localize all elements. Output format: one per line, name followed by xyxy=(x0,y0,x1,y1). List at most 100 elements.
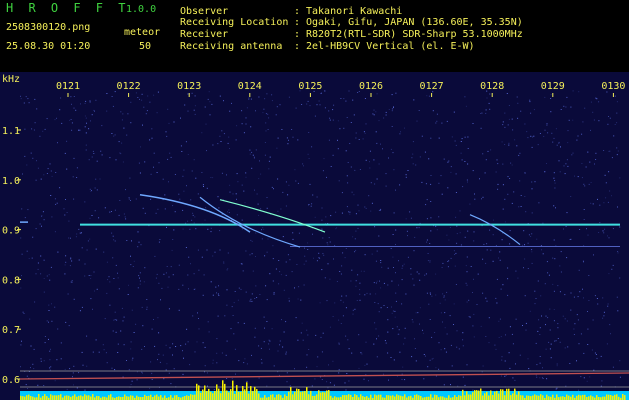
noise-dot xyxy=(519,152,521,154)
noise-dot xyxy=(167,158,169,160)
noise-dot xyxy=(572,152,574,154)
noise-dot xyxy=(468,299,470,301)
noise-dot xyxy=(499,251,501,253)
noise-dot xyxy=(520,206,522,207)
activity-bar xyxy=(430,394,432,400)
noise-dot xyxy=(193,222,195,224)
noise-dot xyxy=(120,111,122,113)
activity-bar xyxy=(326,390,328,400)
noise-dot xyxy=(608,237,610,239)
noise-dot xyxy=(33,129,35,131)
activity-bar xyxy=(334,396,336,400)
noise-dot xyxy=(318,100,320,102)
noise-dot xyxy=(249,254,251,256)
noise-dot xyxy=(429,319,431,320)
noise-dot xyxy=(197,193,199,195)
noise-dot xyxy=(23,313,25,314)
noise-dot xyxy=(349,213,351,215)
noise-dot xyxy=(439,302,441,304)
noise-dot xyxy=(579,229,581,230)
noise-dot xyxy=(277,350,279,352)
noise-dot xyxy=(507,193,509,195)
noise-dot xyxy=(387,352,389,354)
noise-dot xyxy=(269,348,270,350)
noise-dot xyxy=(295,317,297,319)
time-tick-label: 0125 xyxy=(298,81,322,92)
noise-dot xyxy=(527,242,529,244)
noise-dot xyxy=(297,298,299,300)
noise-dot xyxy=(338,369,340,371)
noise-dot xyxy=(567,165,569,167)
noise-dot xyxy=(398,260,399,262)
noise-dot xyxy=(104,318,106,320)
noise-dot xyxy=(143,106,145,108)
activity-bar xyxy=(280,395,282,400)
noise-dot xyxy=(89,101,91,103)
noise-dot xyxy=(390,248,392,249)
noise-dot xyxy=(89,217,91,219)
noise-dot xyxy=(454,254,456,255)
noise-dot xyxy=(431,358,433,360)
noise-dot xyxy=(364,206,366,208)
noise-dot xyxy=(448,260,450,262)
noise-dot xyxy=(477,273,479,275)
noise-dot xyxy=(23,102,25,104)
noise-dot xyxy=(164,208,166,210)
noise-dot xyxy=(137,97,139,98)
noise-dot xyxy=(376,356,378,358)
noise-dot xyxy=(554,258,556,260)
activity-bar xyxy=(602,396,604,400)
noise-dot xyxy=(56,202,58,204)
noise-dot xyxy=(456,233,458,235)
noise-dot xyxy=(619,177,621,179)
noise-dot xyxy=(549,308,551,310)
activity-bar xyxy=(322,392,324,400)
noise-dot xyxy=(241,263,243,265)
noise-dot xyxy=(352,99,354,101)
noise-dot xyxy=(307,249,309,250)
activity-bar xyxy=(516,394,518,400)
noise-dot xyxy=(88,275,90,276)
noise-dot xyxy=(61,122,63,124)
noise-dot xyxy=(168,308,170,310)
noise-dot xyxy=(443,158,445,160)
noise-dot xyxy=(121,307,123,309)
noise-dot xyxy=(126,360,127,361)
activity-bar xyxy=(504,395,506,400)
noise-dot xyxy=(133,332,135,333)
activity-bar xyxy=(376,395,378,400)
activity-bar xyxy=(190,394,192,400)
activity-bar xyxy=(26,395,28,400)
noise-dot xyxy=(374,302,376,303)
noise-dot xyxy=(570,292,572,294)
noise-dot xyxy=(91,215,93,216)
noise-dot xyxy=(84,102,86,104)
noise-dot xyxy=(154,345,156,347)
noise-dot xyxy=(501,141,503,143)
noise-dot xyxy=(220,141,222,142)
noise-dot xyxy=(189,364,191,366)
noise-dot xyxy=(233,302,235,304)
noise-dot xyxy=(385,114,387,116)
noise-dot xyxy=(306,366,308,368)
noise-dot xyxy=(86,122,87,124)
noise-dot xyxy=(250,298,252,300)
noise-dot xyxy=(360,270,362,272)
noise-dot xyxy=(414,348,416,349)
noise-dot xyxy=(26,164,28,166)
noise-dot xyxy=(571,154,573,156)
noise-dot xyxy=(72,372,74,374)
activity-bar xyxy=(556,394,558,400)
noise-dot xyxy=(352,236,354,238)
noise-dot xyxy=(611,195,612,197)
noise-dot xyxy=(315,334,317,336)
noise-dot xyxy=(251,151,253,153)
noise-dot xyxy=(153,94,155,96)
noise-dot xyxy=(580,333,582,335)
noise-dot xyxy=(351,191,353,193)
noise-dot xyxy=(565,225,567,227)
noise-dot xyxy=(541,249,542,251)
noise-dot xyxy=(394,310,396,312)
noise-dot xyxy=(137,246,139,248)
noise-dot xyxy=(307,153,309,155)
